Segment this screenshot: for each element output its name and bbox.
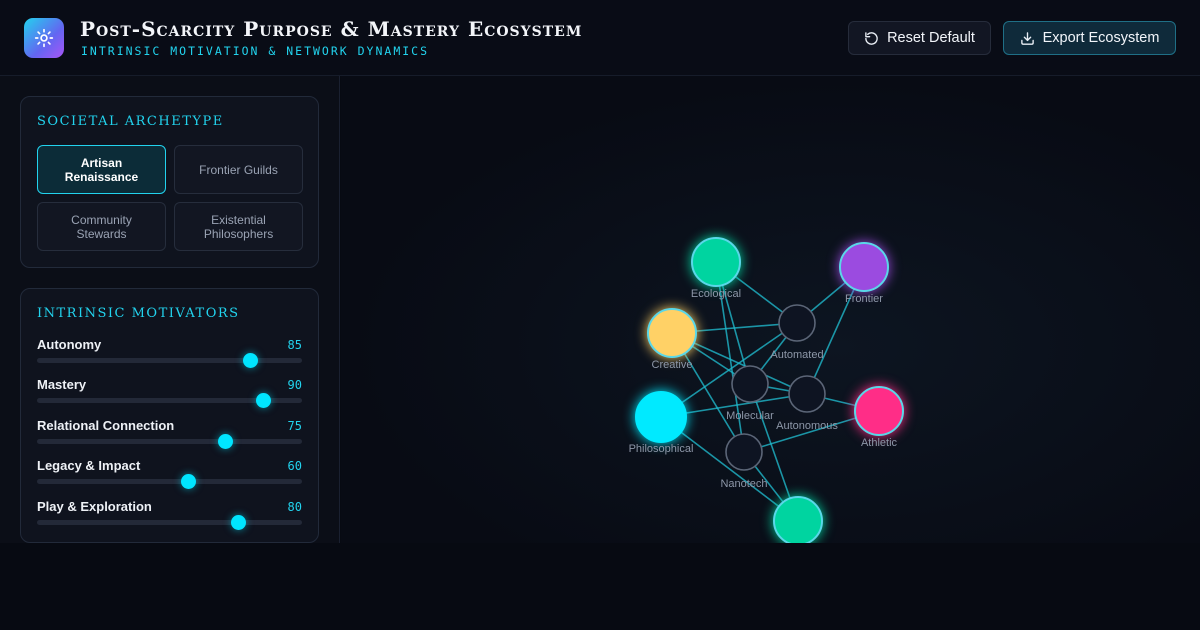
node-athletic[interactable]: Athletic bbox=[854, 386, 904, 449]
sun-gear-icon bbox=[34, 28, 54, 48]
node-label: Frontier bbox=[845, 293, 883, 305]
node-label: Automated bbox=[770, 349, 823, 361]
slider-thumb[interactable] bbox=[218, 434, 234, 449]
archetype-option-artisan-renaissance[interactable]: Artisan Renaissance bbox=[37, 145, 166, 194]
slider-value: 90 bbox=[287, 378, 302, 392]
node-ecological[interactable]: Ecological bbox=[691, 237, 741, 300]
page-background bbox=[0, 543, 1200, 630]
node-circle[interactable] bbox=[731, 365, 769, 403]
node-circle[interactable] bbox=[778, 304, 816, 342]
slider-autonomy: Autonomy 85 bbox=[37, 337, 302, 373]
slider-track[interactable] bbox=[37, 393, 302, 408]
app-logo bbox=[24, 18, 64, 58]
slider-value: 85 bbox=[287, 338, 302, 352]
slider-label: Legacy & Impact bbox=[37, 458, 141, 473]
archetype-option-frontier-guilds[interactable]: Frontier Guilds bbox=[174, 145, 303, 194]
archetype-option-existential-philosophers[interactable]: Existential Philosophers bbox=[174, 202, 303, 251]
node-label: Athletic bbox=[861, 437, 898, 449]
node-circle[interactable] bbox=[691, 237, 741, 287]
download-icon bbox=[1020, 31, 1034, 45]
rotate-ccw-icon bbox=[865, 31, 878, 45]
slider-label: Play & Exploration bbox=[37, 499, 152, 514]
slider-thumb[interactable] bbox=[243, 353, 259, 368]
slider-track[interactable] bbox=[37, 434, 302, 449]
node-circle[interactable] bbox=[773, 496, 823, 543]
slider-label: Mastery bbox=[37, 377, 87, 392]
slider-play-exploration: Play & Exploration 80 bbox=[37, 499, 302, 535]
slider-label: Autonomy bbox=[37, 337, 102, 352]
node-circle[interactable] bbox=[635, 391, 687, 443]
archetype-title: SOCIETAL ARCHETYPE bbox=[37, 114, 224, 129]
reset-default-label: Reset Default bbox=[887, 30, 975, 46]
node-label: Creative bbox=[652, 359, 693, 371]
slider-thumb[interactable] bbox=[256, 393, 272, 408]
node-label: Nanotech bbox=[720, 478, 767, 490]
node-automated[interactable]: Automated bbox=[770, 304, 824, 361]
slider-value: 80 bbox=[287, 500, 302, 514]
app-title: Post-Scarcity Purpose & Mastery Ecosyste… bbox=[80, 17, 583, 41]
node-label: Autonomous bbox=[776, 420, 838, 432]
slider-track[interactable] bbox=[37, 515, 302, 530]
slider-value: 75 bbox=[287, 419, 302, 433]
slider-label: Relational Connection bbox=[37, 418, 175, 433]
slider-thumb[interactable] bbox=[230, 515, 246, 530]
slider-legacy-impact: Legacy & Impact 60 bbox=[37, 458, 302, 494]
node-label: Philosophical bbox=[629, 443, 694, 455]
node-circle[interactable] bbox=[647, 308, 697, 358]
app-subtitle: INTRINSIC MOTIVATION & NETWORK DYNAMICS bbox=[81, 44, 430, 58]
node-circle[interactable] bbox=[788, 375, 826, 413]
app-header: Post-Scarcity Purpose & Mastery Ecosyste… bbox=[0, 0, 1200, 76]
slider-thumb[interactable] bbox=[180, 474, 196, 489]
node-frontier[interactable]: Frontier bbox=[839, 242, 889, 305]
network-graph[interactable]: Ecological Frontier Creative Automated Molec… bbox=[341, 76, 1200, 543]
slider-track[interactable] bbox=[37, 474, 302, 489]
motivators-card: INTRINSIC MOTIVATORS Autonomy 85 Mastery… bbox=[20, 288, 319, 543]
motivators-title: INTRINSIC MOTIVATORS bbox=[37, 306, 240, 321]
node-circle[interactable] bbox=[854, 386, 904, 436]
node-bottom[interactable] bbox=[773, 496, 823, 543]
node-label: Ecological bbox=[691, 288, 741, 300]
node-nanotech[interactable]: Nanotech bbox=[720, 433, 768, 490]
node-creative[interactable]: Creative bbox=[647, 308, 697, 371]
node-label: Molecular bbox=[726, 410, 774, 422]
slider-relational-connection: Relational Connection 75 bbox=[37, 418, 302, 454]
node-circle[interactable] bbox=[839, 242, 889, 292]
slider-mastery: Mastery 90 bbox=[37, 377, 302, 413]
archetype-option-community-stewards[interactable]: Community Stewards bbox=[37, 202, 166, 251]
network-graph-canvas[interactable]: Ecological Frontier Creative Automated Molec… bbox=[341, 76, 1200, 543]
archetype-card: SOCIETAL ARCHETYPE Artisan Renaissance F… bbox=[20, 96, 319, 268]
control-sidebar: SOCIETAL ARCHETYPE Artisan Renaissance F… bbox=[0, 76, 340, 543]
export-ecosystem-button[interactable]: Export Ecosystem bbox=[1003, 21, 1176, 55]
slider-track[interactable] bbox=[37, 353, 302, 368]
node-circle[interactable] bbox=[725, 433, 763, 471]
export-ecosystem-label: Export Ecosystem bbox=[1042, 30, 1160, 46]
reset-default-button[interactable]: Reset Default bbox=[848, 21, 991, 55]
slider-value: 60 bbox=[287, 459, 302, 473]
